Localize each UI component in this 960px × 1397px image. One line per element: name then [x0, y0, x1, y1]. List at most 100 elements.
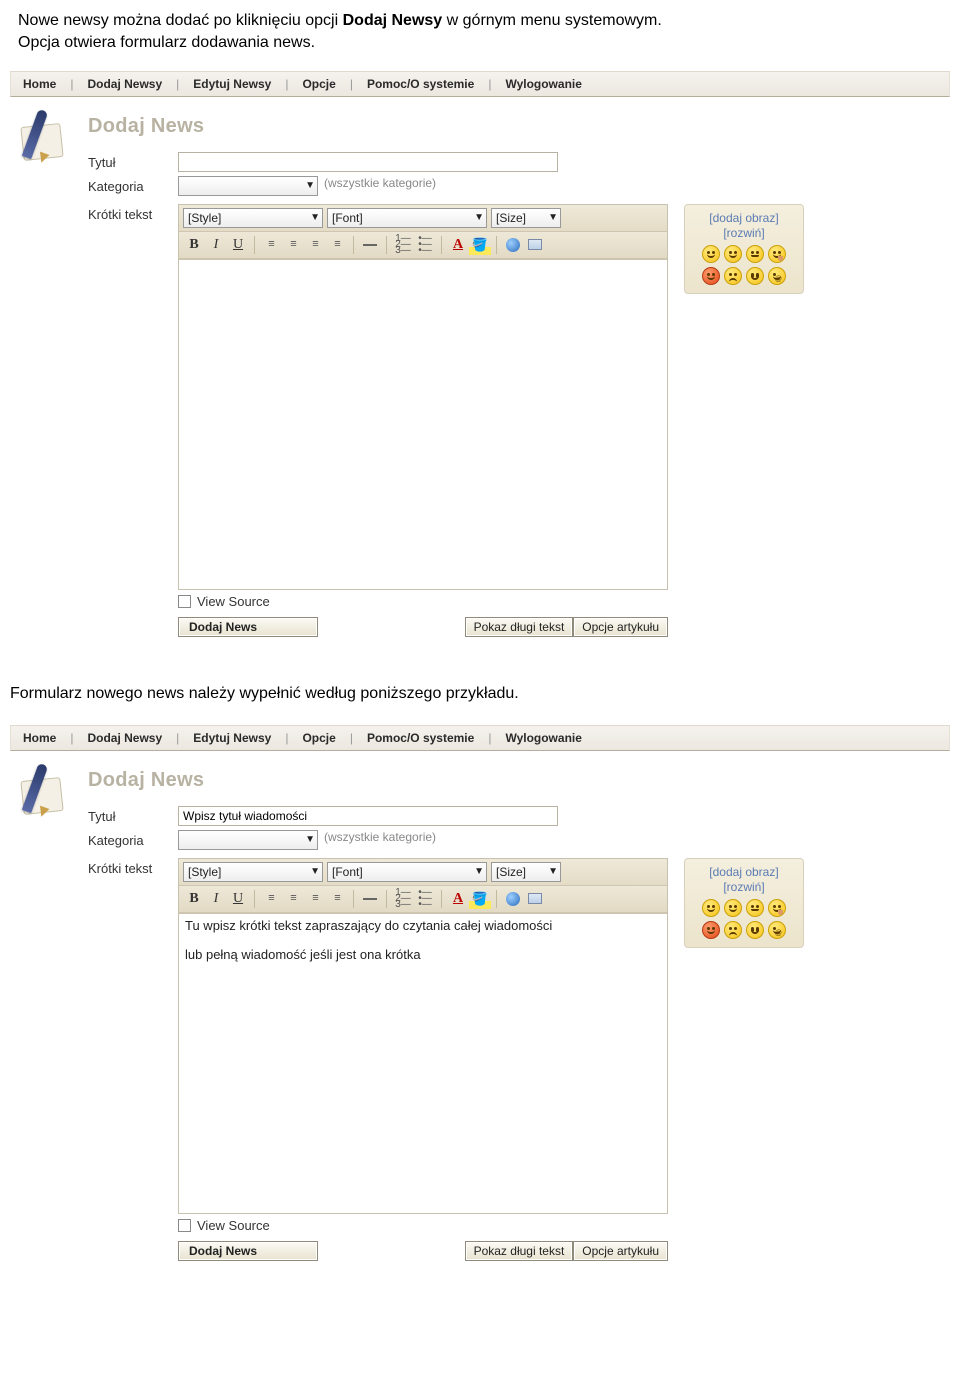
intro-text-3: Opcja otwiera formularz dodawania news.	[18, 34, 315, 51]
emoji-neutral-icon[interactable]	[746, 245, 764, 263]
style-select[interactable]: [Style]▼	[183, 208, 323, 228]
category-select[interactable]: ▼	[178, 176, 318, 196]
menu-home[interactable]: Home	[19, 77, 60, 91]
chevron-down-icon: ▼	[301, 834, 315, 845]
underline-button[interactable]: U	[227, 235, 249, 255]
submit-button[interactable]: Dodaj News	[178, 617, 318, 637]
menu-opcje[interactable]: Opcje	[298, 731, 339, 745]
page-icon-wrap	[18, 765, 88, 1265]
title-input[interactable]	[178, 806, 558, 826]
menu-home[interactable]: Home	[19, 731, 60, 745]
top-menu: Home| Dodaj Newsy| Edytuj Newsy| Opcje| …	[10, 725, 950, 751]
font-select[interactable]: [Font]▼	[327, 208, 487, 228]
menu-pomoc[interactable]: Pomoc/O systemie	[363, 731, 478, 745]
article-options-button[interactable]: Opcje artykułu	[573, 1241, 668, 1261]
chevron-down-icon: ▼	[470, 866, 484, 877]
article-options-button[interactable]: Opcje artykułu	[573, 617, 668, 637]
emoji-sad-icon[interactable]	[724, 267, 742, 285]
category-note: (wszystkie kategorie)	[318, 830, 436, 844]
menu-dodaj-newsy[interactable]: Dodaj Newsy	[83, 731, 166, 745]
menu-edytuj-newsy[interactable]: Edytuj Newsy	[189, 77, 275, 91]
ordered-list-button[interactable]: 1—2—3—	[392, 889, 414, 909]
chevron-down-icon: ▼	[306, 866, 320, 877]
link-button[interactable]	[502, 889, 524, 909]
unordered-list-button[interactable]: •—•—•—	[414, 235, 436, 255]
style-select[interactable]: [Style]▼	[183, 862, 323, 882]
editor-line-1: Tu wpisz krótki tekst zapraszający do cz…	[185, 918, 661, 933]
size-select[interactable]: [Size]▼	[491, 862, 561, 882]
editor-body[interactable]: Tu wpisz krótki tekst zapraszający do cz…	[179, 913, 667, 1213]
editor-body[interactable]	[179, 259, 667, 589]
align-right-button[interactable]: ≡	[304, 889, 326, 909]
emoji-laugh-icon[interactable]	[702, 921, 720, 939]
window-icon	[528, 893, 542, 904]
intro-text-1: Nowe newsy można dodać po kliknięciu opc…	[18, 12, 343, 29]
emoji-tongue-icon[interactable]	[768, 899, 786, 917]
hr-button[interactable]	[359, 235, 381, 255]
link-button[interactable]	[502, 235, 524, 255]
emoji-wink-icon[interactable]	[724, 899, 742, 917]
emoji-smile-icon[interactable]	[702, 245, 720, 263]
category-select[interactable]: ▼	[178, 830, 318, 850]
align-justify-button[interactable]: ≡	[326, 235, 348, 255]
menu-opcje[interactable]: Opcje	[298, 77, 339, 91]
pen-note-icon	[18, 111, 74, 167]
highlight-button[interactable]: 🪣	[469, 889, 491, 909]
font-select[interactable]: [Font]▼	[327, 862, 487, 882]
label-title: Tytuł	[88, 806, 178, 824]
pen-note-icon	[18, 765, 74, 821]
screenshot-1: Home| Dodaj Newsy| Edytuj Newsy| Opcje| …	[10, 71, 950, 651]
emoji-dizzy-icon[interactable]	[768, 921, 786, 939]
page-title: Dodaj News	[88, 765, 950, 806]
hr-button[interactable]	[359, 889, 381, 909]
show-long-text-button[interactable]: Pokaz długi tekst	[465, 617, 574, 637]
highlight-button[interactable]: 🪣	[469, 235, 491, 255]
text-color-button[interactable]: A	[447, 235, 469, 255]
bold-button[interactable]: B	[183, 889, 205, 909]
align-center-button[interactable]: ≡	[282, 235, 304, 255]
ordered-list-button[interactable]: 1—2—3—	[392, 235, 414, 255]
label-category: Kategoria	[88, 176, 178, 194]
align-center-button[interactable]: ≡	[282, 889, 304, 909]
align-left-button[interactable]: ≡	[260, 889, 282, 909]
view-source-checkbox[interactable]	[178, 595, 191, 608]
align-left-button[interactable]: ≡	[260, 235, 282, 255]
window-button[interactable]	[524, 235, 546, 255]
expand-link[interactable]: [rozwiń]	[691, 226, 797, 241]
label-short-text: Krótki tekst	[88, 204, 178, 222]
top-menu: Home| Dodaj Newsy| Edytuj Newsy| Opcje| …	[10, 71, 950, 97]
emoji-tongue-icon[interactable]	[768, 245, 786, 263]
italic-button[interactable]: I	[205, 235, 227, 255]
menu-wylogowanie[interactable]: Wylogowanie	[501, 77, 585, 91]
bold-button[interactable]: B	[183, 235, 205, 255]
show-long-text-button[interactable]: Pokaz długi tekst	[465, 1241, 574, 1261]
size-select[interactable]: [Size]▼	[491, 208, 561, 228]
emoji-sad-icon[interactable]	[724, 921, 742, 939]
window-button[interactable]	[524, 889, 546, 909]
underline-button[interactable]: U	[227, 889, 249, 909]
unordered-list-button[interactable]: •—•—•—	[414, 889, 436, 909]
title-input[interactable]	[178, 152, 558, 172]
menu-wylogowanie[interactable]: Wylogowanie	[501, 731, 585, 745]
expand-link[interactable]: [rozwiń]	[691, 880, 797, 895]
emoji-wink-icon[interactable]	[724, 245, 742, 263]
emoji-smile-icon[interactable]	[702, 899, 720, 917]
view-source-checkbox[interactable]	[178, 1219, 191, 1232]
menu-pomoc[interactable]: Pomoc/O systemie	[363, 77, 478, 91]
emoji-cry-icon[interactable]	[746, 921, 764, 939]
emoji-cry-icon[interactable]	[746, 267, 764, 285]
text-color-button[interactable]: A	[447, 889, 469, 909]
align-right-button[interactable]: ≡	[304, 235, 326, 255]
mid-paragraph: Formularz nowego news należy wypełnić we…	[0, 651, 960, 715]
add-image-link[interactable]: [dodaj obraz]	[691, 211, 797, 226]
italic-button[interactable]: I	[205, 889, 227, 909]
window-icon	[528, 239, 542, 250]
emoji-dizzy-icon[interactable]	[768, 267, 786, 285]
emoji-laugh-icon[interactable]	[702, 267, 720, 285]
menu-dodaj-newsy[interactable]: Dodaj Newsy	[83, 77, 166, 91]
emoji-neutral-icon[interactable]	[746, 899, 764, 917]
align-justify-button[interactable]: ≡	[326, 889, 348, 909]
submit-button[interactable]: Dodaj News	[178, 1241, 318, 1261]
add-image-link[interactable]: [dodaj obraz]	[691, 865, 797, 880]
menu-edytuj-newsy[interactable]: Edytuj Newsy	[189, 731, 275, 745]
